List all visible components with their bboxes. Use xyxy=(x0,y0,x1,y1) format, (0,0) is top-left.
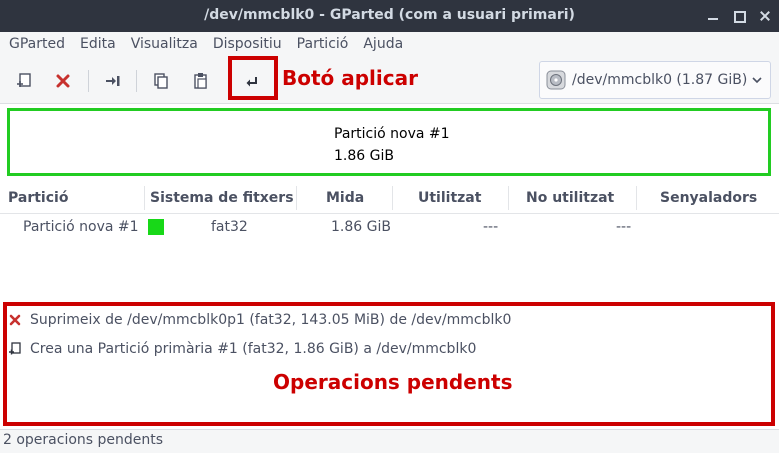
menu-device[interactable]: Dispositiu xyxy=(206,36,290,52)
resize-move-icon xyxy=(106,76,120,86)
column-separator[interactable] xyxy=(508,186,509,210)
delete-icon xyxy=(56,74,70,88)
column-header-partition[interactable]: Partició xyxy=(8,190,68,206)
status-bar: 2 operacions pendents xyxy=(0,429,779,453)
column-header-size[interactable]: Mida xyxy=(326,190,364,206)
cell-size: 1.86 GiB xyxy=(331,219,391,235)
cell-filesystem: fat32 xyxy=(211,219,248,235)
apply-button-annotation: Botó aplicar xyxy=(282,66,418,90)
menu-bar: GParted Edita Visualitza Dispositiu Part… xyxy=(0,32,779,56)
delete-button[interactable] xyxy=(50,68,76,94)
cell-partition: Partició nova #1 xyxy=(23,219,139,235)
table-row[interactable]: Partició nova #1 fat32 1.86 GiB --- --- xyxy=(0,214,779,242)
paste-icon xyxy=(194,73,207,89)
partition-graph[interactable]: Partició nova #1 1.86 GiB xyxy=(7,108,771,176)
minimize-icon[interactable] xyxy=(707,10,719,22)
partition-table: Partició Sistema de fitxers Mida Utilitz… xyxy=(0,182,779,298)
cell-used: --- xyxy=(483,219,499,235)
menu-view[interactable]: Visualitza xyxy=(124,36,206,52)
device-selector-label: /dev/mmcblk0 (1.87 GiB) xyxy=(572,72,748,88)
apply-button-highlight xyxy=(228,56,278,100)
table-header: Partició Sistema de fitxers Mida Utilitz… xyxy=(0,182,779,214)
copy-icon xyxy=(154,73,168,89)
menu-gparted[interactable]: GParted xyxy=(2,36,73,52)
new-partition-button[interactable] xyxy=(11,68,37,94)
pending-operation-item[interactable]: Crea una Partició primària #1 (fat32, 1.… xyxy=(8,341,476,357)
graph-partition-name: Partició nova #1 xyxy=(334,126,450,142)
toolbar-separator xyxy=(88,70,89,92)
drive-icon xyxy=(546,70,566,90)
menu-partition[interactable]: Partició xyxy=(290,36,357,52)
filesystem-color-swatch xyxy=(148,219,164,235)
pending-operations-panel: Suprimeix de /dev/mmcblk0p1 (fat32, 143.… xyxy=(0,298,779,428)
chevron-down-icon xyxy=(752,77,762,84)
menu-edit[interactable]: Edita xyxy=(73,36,124,52)
window-title: /dev/mmcblk0 - GParted (com a usuari pri… xyxy=(204,7,575,23)
close-icon[interactable] xyxy=(759,10,771,22)
copy-button[interactable] xyxy=(148,68,174,94)
maximize-icon[interactable] xyxy=(733,10,746,23)
window-controls xyxy=(707,10,771,23)
title-bar: /dev/mmcblk0 - GParted (com a usuari pri… xyxy=(0,0,779,32)
column-header-unused[interactable]: No utilitzat xyxy=(526,190,614,206)
pending-operation-item[interactable]: Suprimeix de /dev/mmcblk0p1 (fat32, 143.… xyxy=(8,312,511,328)
new-partition-icon xyxy=(8,342,22,356)
status-text: 2 operacions pendents xyxy=(3,432,164,448)
column-header-filesystem[interactable]: Sistema de fitxers xyxy=(150,190,294,206)
pending-operation-text: Suprimeix de /dev/mmcblk0p1 (fat32, 143.… xyxy=(30,312,512,328)
device-selector[interactable]: /dev/mmcblk0 (1.87 GiB) xyxy=(539,61,771,99)
column-separator[interactable] xyxy=(144,186,145,210)
column-separator[interactable] xyxy=(392,186,393,210)
graph-partition-size: 1.86 GiB xyxy=(334,148,394,164)
toolbar-separator xyxy=(136,70,137,92)
new-partition-icon xyxy=(17,73,31,87)
pending-operation-text: Crea una Partició primària #1 (fat32, 1.… xyxy=(30,341,477,357)
menu-help[interactable]: Ajuda xyxy=(356,36,411,52)
cell-unused: --- xyxy=(616,219,632,235)
delete-icon xyxy=(8,313,22,327)
paste-button[interactable] xyxy=(188,68,214,94)
resize-move-button[interactable] xyxy=(100,68,126,94)
pending-operations-annotation: Operacions pendents xyxy=(273,370,513,394)
column-header-used[interactable]: Utilitzat xyxy=(418,190,481,206)
column-header-flags[interactable]: Senyaladors xyxy=(660,190,757,206)
column-separator[interactable] xyxy=(296,186,297,210)
column-separator[interactable] xyxy=(636,186,637,210)
